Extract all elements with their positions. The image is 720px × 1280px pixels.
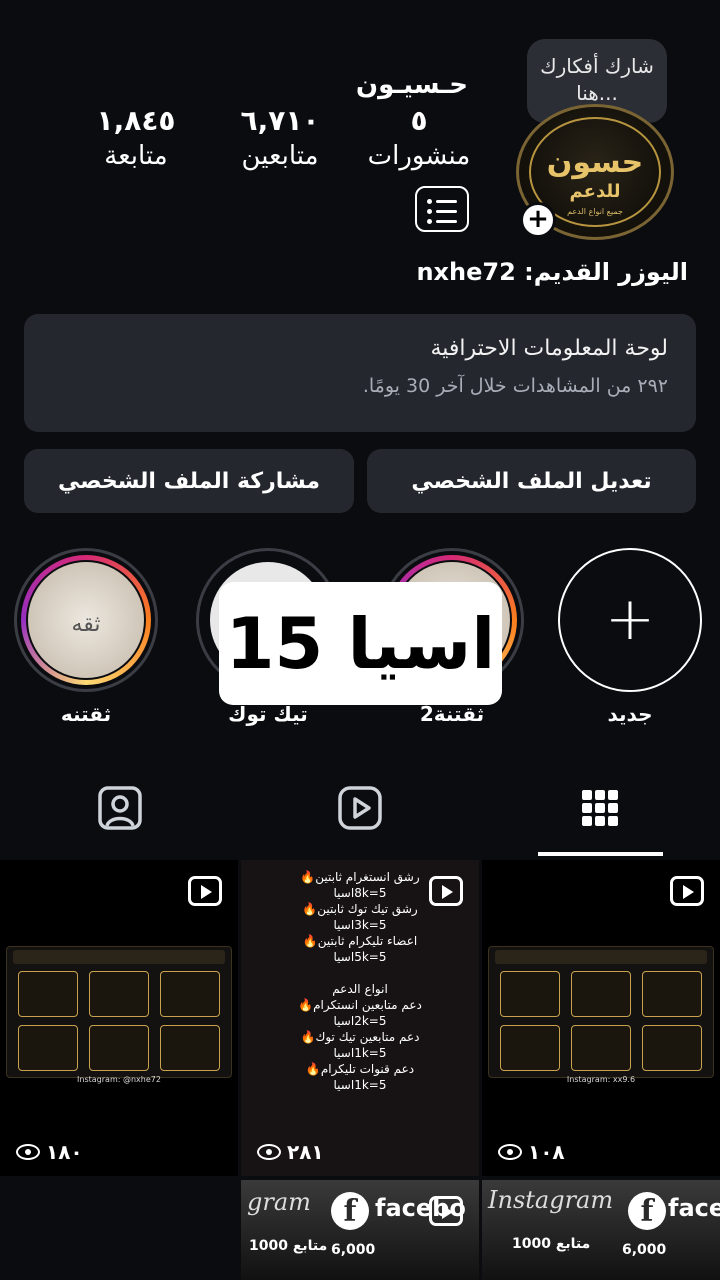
post-line: دعم متابعين انستكرام🔥 [298,998,422,1012]
followers-stat[interactable]: ٦,٧١٠ متابعين [234,104,326,171]
following-stat[interactable]: ١,٨٤٥ متابعة [96,104,176,171]
post-ig-handle: Instagram: xx9.6 [566,1075,636,1084]
grid-tab-icon[interactable] [576,784,624,832]
post-line: اعضاء تليكرام ثابتين🔥 [302,934,418,948]
old-username-label: اليوزر القديم: [524,258,688,286]
following-count: ١,٨٤٥ [96,104,176,137]
highlight-label-new: جديد [607,702,653,726]
dashboard-title: لوحة المعلومات الاحترافية [430,336,668,361]
facebook-icon: f [331,1192,369,1230]
posts-count: ٥ [410,104,428,137]
followers-label: متابعين [241,141,319,171]
profile-name: حـسيـون [355,70,468,100]
add-story-plus-icon[interactable]: + [520,202,556,238]
following-label: متابعة [104,141,168,171]
post-line: 2k=5اسيا [333,1014,387,1028]
post-line: انواع الدعم [332,982,388,996]
post-line: دعم قنوات تليكرام🔥 [305,1062,415,1076]
eye-icon [257,1144,281,1160]
reel-icon [670,876,704,906]
post-ig-handle: Instagram: @nxhe72 [77,1075,161,1084]
post-instagram-text: Instagram [488,1186,614,1214]
posts-label: منشورات [367,141,471,171]
profile-menu-button[interactable] [415,186,469,232]
post-tile[interactable]: Instagram f facebo 1000 متابع 6,000 [482,1180,720,1280]
post-tile[interactable]: Instagram: xx9.6 ١٠٨ [482,860,720,1176]
eye-icon [498,1144,522,1160]
post-line: 1k=5اسيا [333,1046,387,1060]
promo-image: Instagram: xx9.6 [488,946,714,1084]
avatar-logo-sub: للدعم [569,181,621,202]
reel-icon [188,876,222,906]
post-line: 1k=5اسيا [333,1078,387,1092]
view-count: ٢٨١ [257,1140,324,1164]
reel-icon [429,1196,463,1226]
post-value: 6,000 [622,1242,667,1258]
old-username-value: nxhe72 [416,258,516,286]
post-tile-empty [0,1180,238,1280]
active-tab-indicator [538,852,663,856]
followers-count: ٦,٧١٠ [240,104,320,137]
overlay-text-sticker: 15 اسيا [219,582,502,705]
post-tile[interactable]: Instagram: @nxhe72 ١٨٠ [0,860,238,1176]
post-sub-text: 1000 متابع [249,1238,328,1254]
post-sub-text: 1000 متابع [512,1236,591,1252]
posts-stat[interactable]: ٥ منشورات [366,104,472,171]
professional-dashboard[interactable]: لوحة المعلومات الاحترافية ٢٩٢ من المشاهد… [24,314,696,432]
post-instagram-text: gram [247,1188,311,1216]
reels-tab-icon[interactable] [336,784,384,832]
plus-icon: + [604,584,656,654]
old-username-line: اليوزر القديم: nxhe72 [416,258,688,286]
highlight-label-thiqatnah: ثقتنه [60,702,112,726]
view-count-value: ٢٨١ [287,1140,324,1164]
edit-profile-button[interactable]: تعديل الملف الشخصي [367,449,696,513]
highlight-new[interactable]: + [558,548,702,692]
highlight-thiqatnah[interactable]: ثقه [14,548,158,692]
reel-icon [429,876,463,906]
view-count: ١٨٠ [16,1140,83,1164]
highlight-label-tiktok: تيك توك [228,702,308,726]
post-line: 3k=5اسيا [333,918,387,932]
highlight-thiqatnah-image: ثقه [28,562,144,678]
highlight-label-thiqatna2: ثقتنة2 [419,702,485,726]
facebook-icon: f [628,1192,666,1230]
post-value: 6,000 [331,1242,376,1258]
dashboard-subtitle: ٢٩٢ من المشاهدات خلال آخر 30 يومًا. [362,375,668,397]
view-count: ١٠٨ [498,1140,565,1164]
eye-icon [16,1144,40,1160]
thought-line-2: هنا... [576,81,618,105]
view-count-value: ١٠٨ [528,1140,565,1164]
share-profile-button[interactable]: مشاركة الملف الشخصي [24,449,354,513]
thought-line-1: شارك أفكارك [540,54,654,78]
post-tile[interactable]: رشق انستغرام ثابتين🔥 8k=5اسيا رشق تيك تو… [241,860,479,1176]
avatar-logo-main: حسون [546,145,644,180]
post-brand-text: facebo [668,1194,720,1222]
post-line: دعم متابعين تيك توك🔥 [300,1030,420,1044]
view-count-value: ١٨٠ [46,1140,83,1164]
highlight-thiqatnah-text: ثقه [71,612,101,637]
promo-image: Instagram: @nxhe72 [6,946,232,1084]
post-line: 5k=5اسيا [333,950,387,964]
tagged-posts-icon[interactable] [96,784,144,832]
post-tile[interactable]: gram f facebo 1000 متابع 6,000 [241,1180,479,1280]
